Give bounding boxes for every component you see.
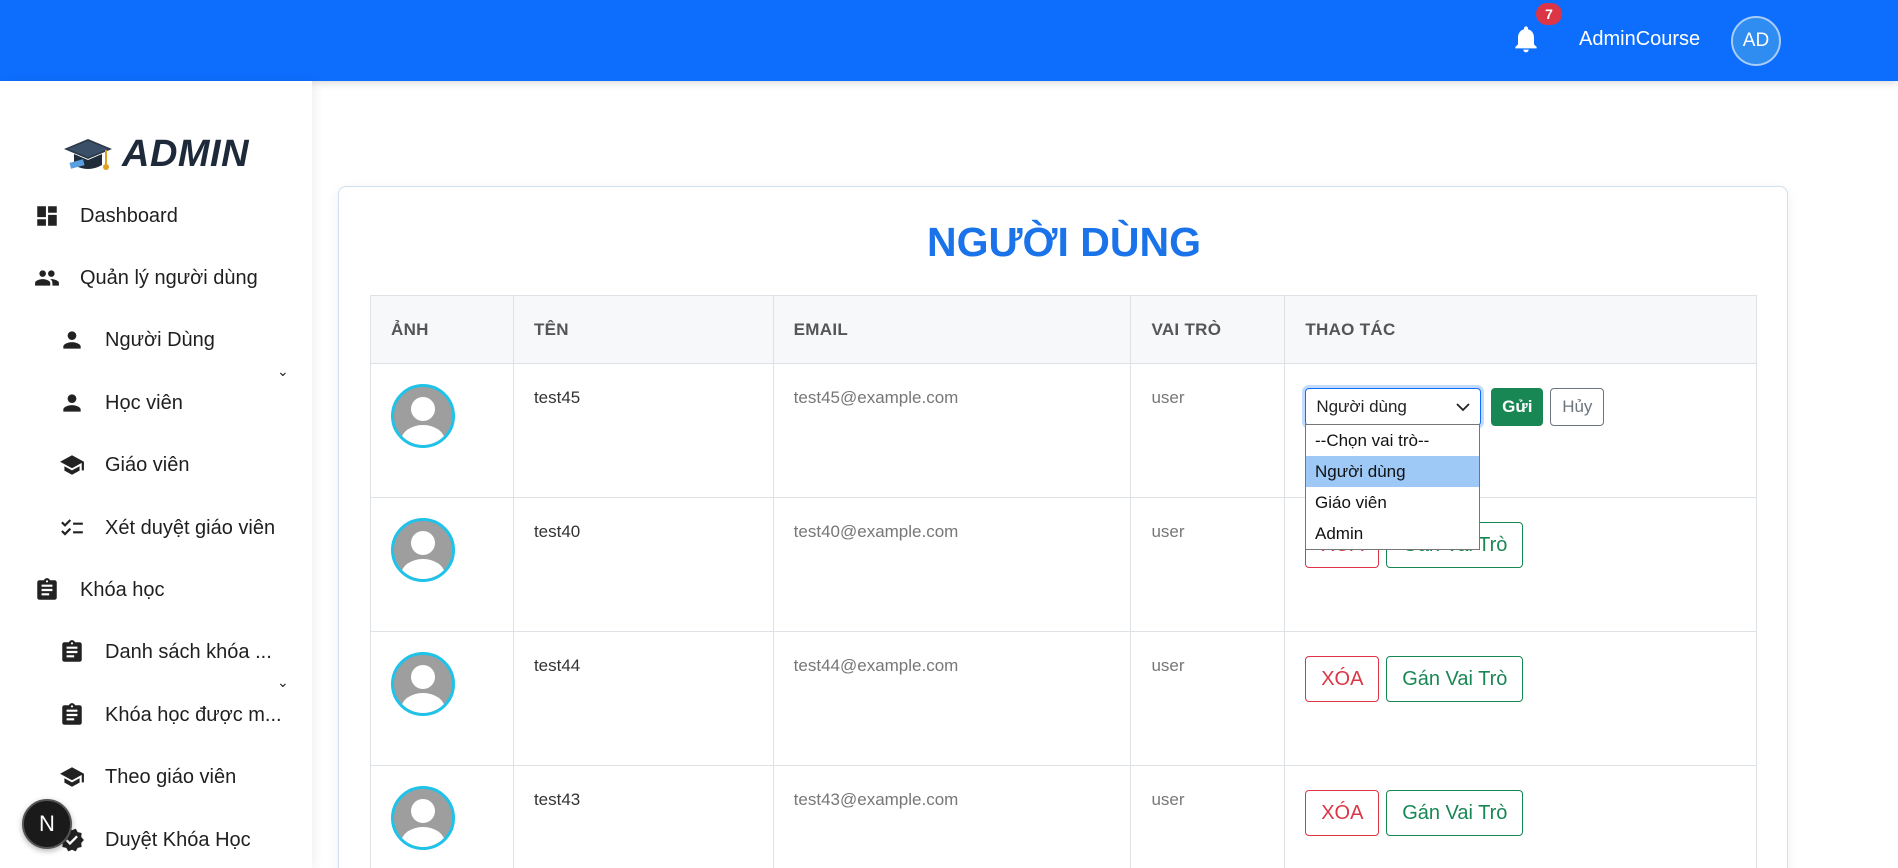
role-dropdown-list: --Chọn vai trò-- Người dùng Giáo viên Ad…	[1305, 424, 1480, 550]
clipboard-icon	[37, 578, 57, 600]
school-icon	[60, 767, 84, 787]
user-placeholder-icon	[401, 799, 445, 847]
cancel-button[interactable]: Hủy	[1550, 388, 1605, 426]
role-select[interactable]: Người dùng	[1305, 388, 1482, 426]
school-icon	[60, 455, 84, 475]
user-placeholder-icon	[401, 397, 445, 445]
user-email: test40@example.com	[772, 497, 1132, 632]
chevron-down-icon[interactable]: ⌄	[277, 363, 289, 380]
column-header-name[interactable]: TÊN	[512, 295, 774, 364]
sidebar-item-users[interactable]: Người Dùng	[59, 327, 215, 353]
dashboard-icon	[37, 206, 57, 226]
delete-button[interactable]: XÓA	[1305, 790, 1380, 836]
top-navbar: 7 AdminCourse AD	[0, 0, 1898, 81]
delete-button[interactable]: XÓA	[1305, 656, 1380, 702]
column-header-avatar[interactable]: ẢNH	[370, 295, 514, 364]
chevron-down-icon	[1456, 403, 1470, 412]
sidebar-item-course-approval[interactable]: Duyệt Khóa Học	[59, 827, 251, 853]
page-title: NGƯỜI DÙNG	[927, 219, 1201, 265]
chevron-down-icon[interactable]: ⌄	[277, 674, 289, 691]
sidebar-item-enrolled-courses[interactable]: Khóa học được m...	[59, 702, 299, 728]
role-option-selected[interactable]: Người dùng	[1306, 456, 1479, 487]
table-row: test43 test43@example.com user XÓA Gán Va…	[370, 765, 1757, 868]
sidebar-item-courses[interactable]: Khóa học	[34, 577, 165, 603]
user-name: test40	[512, 497, 774, 632]
sidebar-item-course-list[interactable]: Danh sách khóa ...	[59, 639, 289, 665]
user-avatar	[391, 384, 455, 448]
assign-role-button[interactable]: Gán Vai Trò	[1386, 790, 1524, 836]
column-header-role[interactable]: VAI TRÒ	[1130, 295, 1286, 364]
logo-text: ADMIN	[122, 133, 250, 175]
sidebar-item-user-management[interactable]: Quản lý người dùng	[34, 265, 258, 291]
person-icon	[63, 331, 81, 349]
send-button[interactable]: Gửi	[1491, 388, 1544, 426]
clipboard-icon	[62, 640, 82, 662]
bell-icon[interactable]	[1510, 22, 1542, 56]
admin-username[interactable]: AdminCourse	[1579, 28, 1700, 51]
user-role: user	[1130, 631, 1286, 766]
user-placeholder-icon	[401, 665, 445, 713]
user-name: test45	[512, 363, 774, 498]
user-role: user	[1130, 497, 1286, 632]
user-name: test43	[512, 765, 774, 868]
avatar[interactable]: AD	[1731, 16, 1781, 66]
users-table: ẢNH TÊN EMAIL VAI TRÒ THAO TÁC test45 te…	[370, 295, 1757, 868]
table-header-row: ẢNH TÊN EMAIL VAI TRÒ THAO TÁC	[370, 295, 1757, 364]
assign-role-button[interactable]: Gán Vai Trò	[1386, 656, 1524, 702]
user-email: test45@example.com	[772, 363, 1132, 498]
table-row: test45 test45@example.com user Người dùn…	[370, 363, 1757, 498]
checklist-icon	[61, 519, 83, 536]
column-header-actions: THAO TÁC	[1284, 295, 1757, 364]
sidebar-item-teacher-approval[interactable]: Xét duyệt giáo viên	[59, 515, 275, 541]
clipboard-icon	[62, 703, 82, 725]
role-option[interactable]: --Chọn vai trò--	[1306, 425, 1479, 456]
user-role: user	[1130, 363, 1286, 498]
table-row: test40 test40@example.com user XÓAGán Va…	[370, 497, 1757, 632]
user-avatar	[391, 786, 455, 850]
user-avatar	[391, 652, 455, 716]
user-name: test44	[512, 631, 774, 766]
role-option[interactable]: Admin	[1306, 518, 1479, 549]
user-role: user	[1130, 765, 1286, 868]
sidebar-item-students[interactable]: Học viên	[59, 390, 183, 416]
users-card: NGƯỜI DÙNG ẢNH TÊN EMAIL VAI TRÒ THAO TÁ…	[338, 186, 1788, 868]
user-placeholder-icon	[401, 531, 445, 579]
next-dev-button[interactable]: N	[22, 799, 72, 849]
sidebar: ADMIN Dashboard Quản lý người dùng ⌄ Ngư…	[0, 81, 312, 868]
user-email: test44@example.com	[772, 631, 1132, 766]
user-avatar	[391, 518, 455, 582]
role-option[interactable]: Giáo viên	[1306, 487, 1479, 518]
graduation-cap-icon	[64, 138, 112, 170]
person-icon	[63, 394, 81, 412]
notification-badge: 7	[1534, 1, 1564, 27]
user-email: test43@example.com	[772, 765, 1132, 868]
people-icon	[35, 270, 59, 286]
sidebar-item-teachers[interactable]: Giáo viên	[59, 452, 190, 478]
logo[interactable]: ADMIN	[62, 133, 249, 176]
sidebar-item-by-teacher[interactable]: Theo giáo viên	[59, 764, 236, 790]
column-header-email[interactable]: EMAIL	[772, 295, 1132, 364]
table-row: test44 test44@example.com user XÓA Gán Va…	[370, 631, 1757, 766]
sidebar-item-dashboard[interactable]: Dashboard	[34, 203, 178, 229]
